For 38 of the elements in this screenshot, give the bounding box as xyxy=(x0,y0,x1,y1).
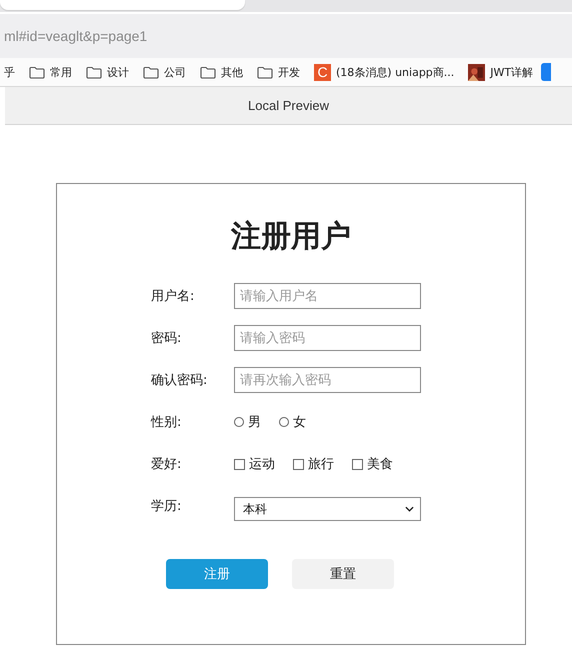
field-label: 密码: xyxy=(151,330,182,347)
option[interactable]: 女 xyxy=(279,413,306,431)
bookmark[interactable]: JWT详解 xyxy=(468,64,534,80)
reset-button[interactable]: 重置 xyxy=(292,559,394,589)
radio-button[interactable] xyxy=(234,417,244,427)
field-label: 性别: xyxy=(151,414,182,431)
checkbox[interactable] xyxy=(234,458,245,470)
bookmark[interactable]: 其他 xyxy=(200,64,243,80)
preview-title: Local Preview xyxy=(248,98,329,113)
form-title: 注册用户 xyxy=(231,218,351,256)
bookmark[interactable]: 常用 xyxy=(29,64,72,80)
caret-icon xyxy=(405,506,414,512)
field-label: 确认密码: xyxy=(151,372,208,389)
checkbox[interactable] xyxy=(293,458,304,470)
folder-icon xyxy=(86,66,102,78)
option[interactable]: 美食 xyxy=(352,455,393,473)
field-label: 用户名: xyxy=(151,288,196,305)
option[interactable]: 男 xyxy=(234,413,261,431)
option[interactable]: 运动 xyxy=(234,455,275,473)
bookmark[interactable]: 公司 xyxy=(143,64,186,80)
checkbox[interactable] xyxy=(352,458,363,470)
bookmark[interactable]: 乎 xyxy=(4,64,15,80)
select-field[interactable]: 本科 xyxy=(234,497,421,521)
bookmark[interactable]: 开发 xyxy=(257,64,300,80)
folder-icon xyxy=(29,66,45,78)
input-field[interactable]: 请输入用户名 xyxy=(234,283,421,309)
bookmark[interactable]: 设计 xyxy=(86,64,129,80)
field-label: 爱好: xyxy=(151,456,182,473)
bookmark[interactable]: C (18条消息) uniapp商... xyxy=(314,64,454,80)
radio-button[interactable] xyxy=(279,417,289,427)
input-field[interactable]: 请再次输入密码 xyxy=(234,367,421,393)
field-label: 学历: xyxy=(151,498,182,515)
option[interactable]: 旅行 xyxy=(293,455,334,473)
folder-icon xyxy=(143,66,159,78)
folder-icon xyxy=(257,66,273,78)
folder-icon xyxy=(200,66,216,78)
input-field[interactable]: 请输入密码 xyxy=(234,325,421,351)
bookmark-icon[interactable] xyxy=(541,63,552,81)
